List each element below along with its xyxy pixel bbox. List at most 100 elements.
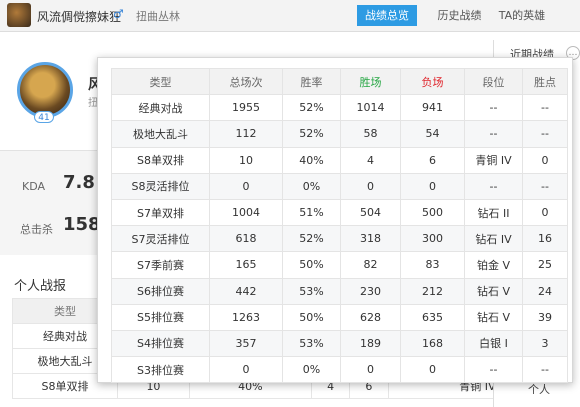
table-cell: 0 (209, 356, 283, 384)
table-cell: 83 (400, 251, 465, 279)
table-cell: 318 (340, 225, 401, 253)
stats-table: 类型 总场次 胜率 胜场 负场 段位 胜点 经典对战 1955 52% 1014 941… (111, 67, 568, 384)
table-row: 极地大乱斗 112 52% 58 54 -- -- (111, 120, 568, 148)
table-cell: -- (522, 356, 568, 384)
table-cell: 3 (522, 329, 568, 358)
header-total: 总场次 (209, 67, 283, 96)
header-wins: 胜场 (340, 67, 401, 96)
table-cell: 442 (209, 277, 283, 305)
kda-value: 7.8 (63, 172, 95, 193)
table-row: S7单双排 1004 51% 504 500 钻石 II 0 (111, 198, 568, 227)
kda-label: KDA (22, 180, 46, 193)
table-cell: 白银 I (464, 329, 523, 358)
table-cell: S7季前赛 (111, 251, 210, 279)
table-cell: 165 (209, 251, 283, 279)
table-cell: 1263 (209, 303, 283, 331)
table-cell: 618 (209, 225, 283, 253)
kills-value: 158 (63, 214, 101, 235)
table-cell: -- (522, 172, 568, 200)
table-cell: 25 (522, 251, 568, 279)
section-title: 个人战报 (14, 279, 67, 294)
table-cell: S3排位赛 (111, 356, 210, 384)
summary-stats (0, 150, 110, 255)
header-type: 类型 (111, 67, 210, 96)
table-row: 经典对战 1955 52% 1014 941 -- -- (111, 94, 568, 122)
table-row: S7季前赛 165 50% 82 83 铂金 V 25 (111, 251, 568, 279)
stats-popup: 类型 总场次 胜率 胜场 负场 段位 胜点 经典对战 1955 52% 1014 941… (97, 57, 573, 384)
player-nickname: 风流倜傥擦妹狂 (37, 10, 122, 24)
table-cell: -- (522, 120, 568, 148)
table-cell: 钻石 II (464, 198, 523, 227)
table-cell: 1004 (209, 198, 283, 227)
table-cell: -- (464, 356, 523, 384)
tab-heroes[interactable]: TA的英雄 (497, 5, 547, 26)
table-cell: S5排位赛 (111, 303, 210, 331)
table-cell: S8单双排 (111, 146, 210, 174)
table-cell: 0 (522, 198, 568, 227)
male-icon: ♂ (113, 7, 124, 21)
stats-table-body: 经典对战 1955 52% 1014 941 -- -- 极地大乱斗 112 52% 58 54 -- -… (111, 94, 568, 384)
table-cell: 628 (340, 303, 401, 331)
table-cell: 0 (400, 172, 465, 200)
table-cell: S8灵活排位 (111, 172, 210, 200)
table-cell: 0 (400, 356, 465, 384)
table-cell: 50% (282, 251, 341, 279)
table-cell: 40% (282, 146, 341, 174)
table-cell: 52% (282, 120, 341, 148)
kills-label: 总击杀 (20, 223, 53, 236)
table-cell: 189 (340, 329, 401, 358)
table-cell: 10 (209, 146, 283, 174)
table-row: S5排位赛 1263 50% 628 635 钻石 V 39 (111, 303, 568, 331)
header-rank: 段位 (464, 67, 523, 96)
table-cell: S6排位赛 (111, 277, 210, 305)
table-cell: S4排位赛 (111, 329, 210, 358)
table-row: S8灵活排位 0 0% 0 0 -- -- (111, 172, 568, 200)
table-cell: 16 (522, 225, 568, 253)
table-cell: 51% (282, 198, 341, 227)
right-panel-footer: 个人 (528, 383, 550, 396)
table-cell: 53% (282, 329, 341, 358)
table-cell: 54 (400, 120, 465, 148)
table-cell: 52% (282, 94, 341, 122)
table-cell: -- (464, 172, 523, 200)
level-badge: 41 (34, 111, 54, 123)
table-cell: 1955 (209, 94, 283, 122)
server-name: 扭曲丛林 (136, 10, 180, 23)
table-cell: 钻石 IV (464, 225, 523, 253)
table-cell: 941 (400, 94, 465, 122)
table-cell: 52% (282, 225, 341, 253)
avatar[interactable] (7, 3, 31, 27)
table-cell: 24 (522, 277, 568, 305)
header-points: 胜点 (522, 67, 568, 96)
table-cell: 0 (209, 172, 283, 200)
header-winrate: 胜率 (282, 67, 341, 96)
table-cell: 504 (340, 198, 401, 227)
table-cell: S7单双排 (111, 198, 210, 227)
table-header-row: 类型 总场次 胜率 胜场 负场 段位 胜点 (111, 67, 568, 96)
tab-history[interactable]: 历史战绩 (432, 5, 487, 26)
table-row: S3排位赛 0 0% 0 0 -- -- (111, 356, 568, 384)
table-cell: 4 (340, 146, 401, 174)
table-cell: 钻石 V (464, 277, 523, 305)
table-cell: 极地大乱斗 (111, 120, 210, 148)
table-cell: 357 (209, 329, 283, 358)
table-cell: 300 (400, 225, 465, 253)
table-cell: -- (464, 94, 523, 122)
table-row: S4排位赛 357 53% 189 168 白银 I3 (111, 329, 568, 358)
table-cell: 82 (340, 251, 401, 279)
table-cell: 230 (340, 277, 401, 305)
table-cell: 0 (340, 172, 401, 200)
table-row: S6排位赛 442 53% 230 212 钻石 V 24 (111, 277, 568, 305)
table-row: S8单双排 10 40% 4 6 青铜 IV 0 (111, 146, 568, 174)
header-losses: 负场 (400, 67, 465, 96)
table-cell: 青铜 IV (464, 146, 523, 174)
table-cell: 铂金 V (464, 251, 523, 279)
table-cell: 112 (209, 120, 283, 148)
table-cell: 经典对战 (111, 94, 210, 122)
table-cell: 6 (400, 146, 465, 174)
table-cell: 50% (282, 303, 341, 331)
table-cell: 0% (282, 356, 341, 384)
table-cell: 0 (522, 146, 568, 174)
tab-overview[interactable]: 战绩总览 (357, 5, 417, 26)
table-cell: -- (522, 94, 568, 122)
